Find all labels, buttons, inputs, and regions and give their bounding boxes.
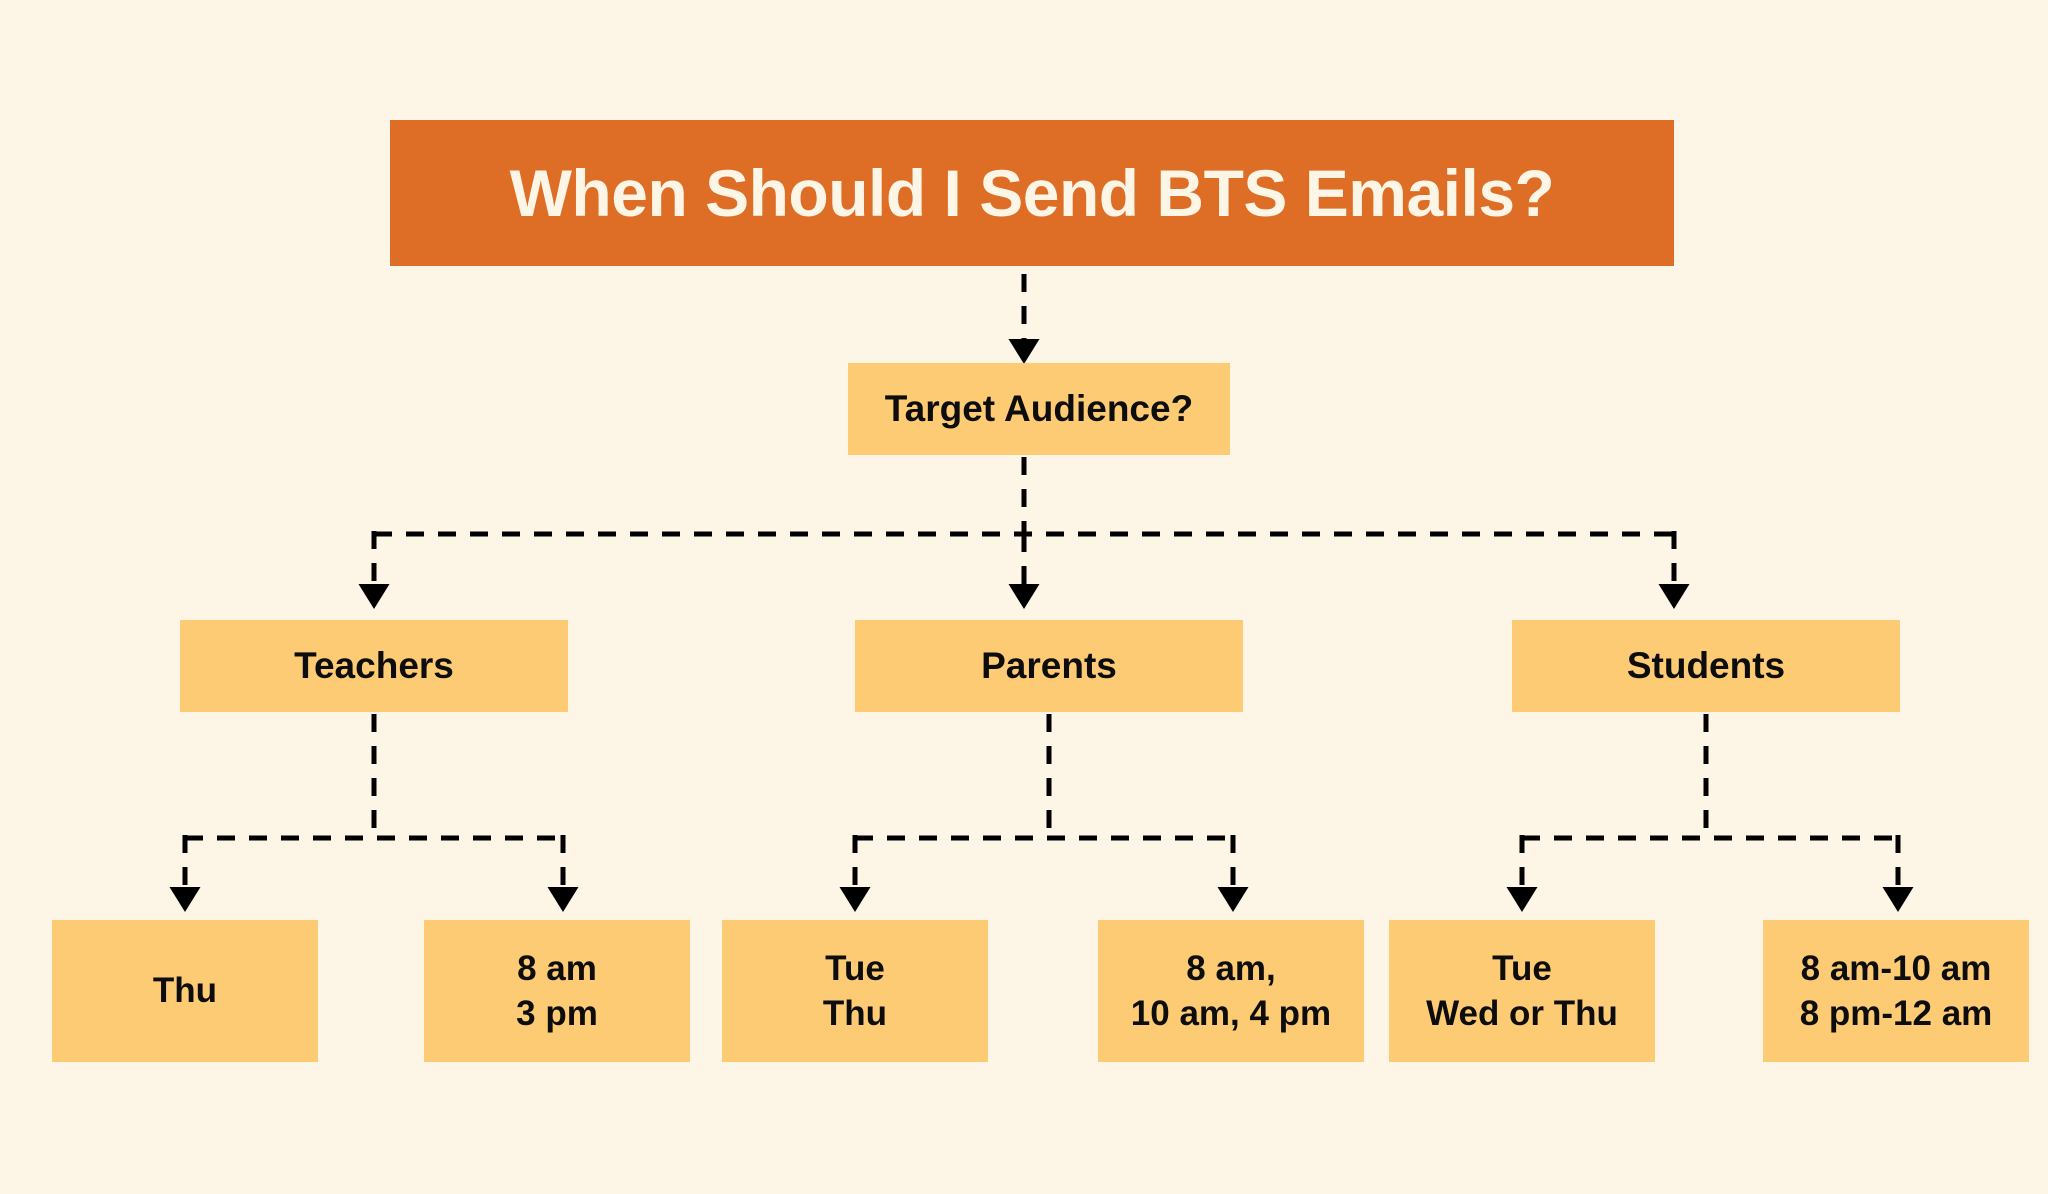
leaf-node-parents-days[interactable]: Tue Thu — [722, 920, 988, 1062]
page-title-banner: When Should I Send BTS Emails? — [390, 120, 1674, 266]
leaf-node-text: Tue Thu — [732, 946, 978, 1037]
audience-node-parents[interactable]: Parents — [855, 620, 1243, 712]
leaf-line-2: 3 pm — [516, 994, 598, 1033]
leaf-node-teachers-days[interactable]: Thu — [52, 920, 318, 1062]
decision-node-target-audience[interactable]: Target Audience? — [848, 363, 1230, 455]
leaf-node-text: Tue Wed or Thu — [1399, 946, 1645, 1037]
audience-node-label: Parents — [981, 645, 1117, 686]
leaf-line-1: Thu — [152, 971, 218, 1011]
leaf-node-text: 8 am, 10 am, 4 pm — [1108, 946, 1354, 1037]
leaf-line-1: 8 am, — [1186, 948, 1276, 988]
leaf-line-1: Tue — [825, 948, 885, 988]
leaf-node-students-days[interactable]: Tue Wed or Thu — [1389, 920, 1655, 1062]
leaf-node-students-times[interactable]: 8 am-10 am 8 pm-12 am — [1763, 920, 2029, 1062]
page-title: When Should I Send BTS Emails? — [509, 156, 1555, 230]
leaf-node-text: Thu — [62, 968, 308, 1014]
leaf-node-parents-times[interactable]: 8 am, 10 am, 4 pm — [1098, 920, 1364, 1062]
leaf-line-1: Tue — [1492, 948, 1552, 988]
audience-node-label: Teachers — [294, 645, 454, 686]
audience-node-teachers[interactable]: Teachers — [180, 620, 568, 712]
audience-node-students[interactable]: Students — [1512, 620, 1900, 712]
leaf-line-1: 8 am-10 am — [1800, 948, 1992, 988]
leaf-line-2: Thu — [822, 994, 888, 1033]
audience-node-label: Students — [1626, 645, 1786, 686]
decision-node-label: Target Audience? — [884, 388, 1194, 429]
leaf-node-text: 8 am 3 pm — [434, 946, 680, 1037]
leaf-line-2: Wed or Thu — [1426, 994, 1618, 1033]
leaf-line-2: 8 pm-12 am — [1799, 994, 1993, 1033]
leaf-line-2: 10 am, 4 pm — [1130, 994, 1332, 1033]
leaf-line-1: 8 am — [517, 948, 597, 988]
flowchart-canvas: When Should I Send BTS Emails? Target Au… — [0, 0, 2048, 1194]
leaf-node-teachers-times[interactable]: 8 am 3 pm — [424, 920, 690, 1062]
leaf-node-text: 8 am-10 am 8 pm-12 am — [1773, 946, 2019, 1037]
